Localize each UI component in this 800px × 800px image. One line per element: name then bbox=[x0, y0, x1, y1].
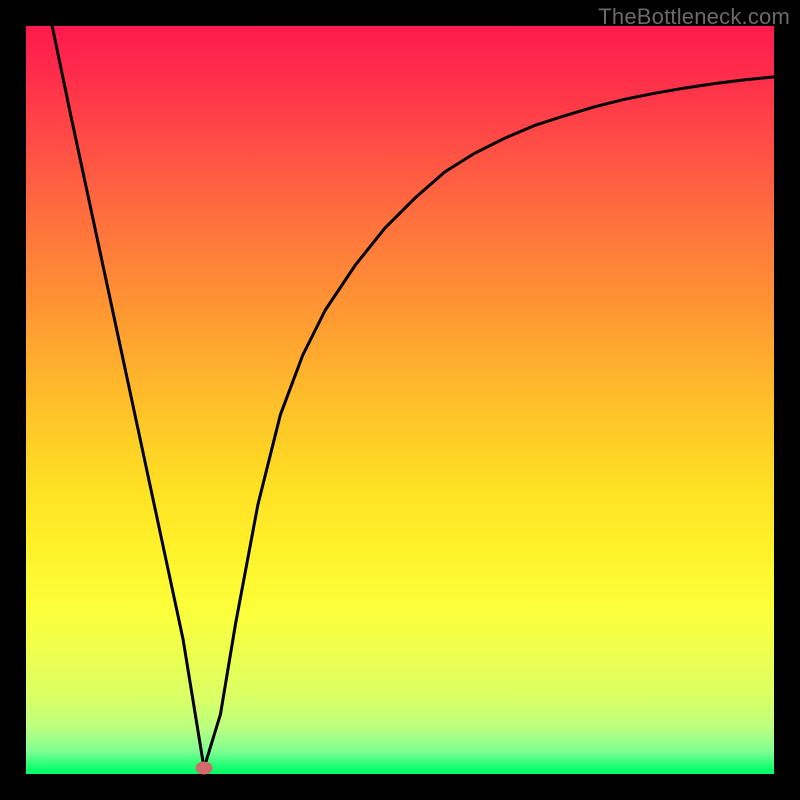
optimal-point-marker bbox=[196, 762, 213, 775]
bottleneck-curve bbox=[52, 26, 774, 768]
plot-area bbox=[26, 26, 774, 774]
curve-svg bbox=[26, 26, 774, 774]
watermark-text: TheBottleneck.com bbox=[598, 4, 790, 30]
chart-frame: TheBottleneck.com bbox=[0, 0, 800, 800]
